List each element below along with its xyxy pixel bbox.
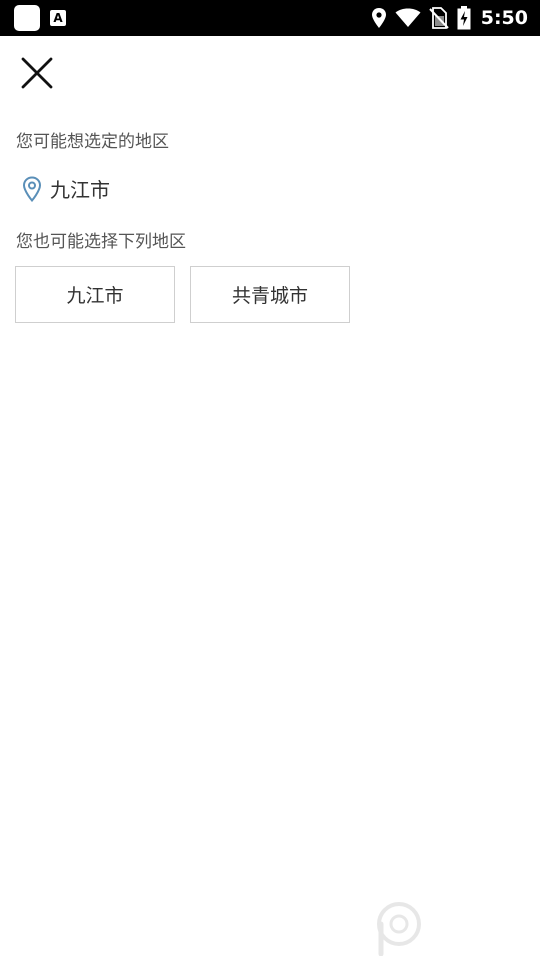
other-regions-title: 您也可能选择下列地区 bbox=[16, 232, 186, 252]
region-button-label: 九江市 bbox=[66, 285, 124, 307]
location-pin-icon bbox=[22, 175, 42, 202]
current-location-label: 九江市 bbox=[50, 178, 110, 202]
app-icon bbox=[14, 5, 40, 31]
wifi-icon bbox=[395, 8, 421, 27]
close-icon bbox=[21, 57, 53, 89]
region-button-label: 共青城市 bbox=[231, 285, 308, 307]
suggested-region-title: 您可能想选定的地区 bbox=[16, 132, 169, 152]
watermark-p-icon bbox=[377, 902, 421, 956]
status-time: 5:50 bbox=[480, 7, 528, 29]
current-location-item[interactable]: 九江市 bbox=[22, 174, 110, 203]
no-sim-icon bbox=[429, 7, 449, 29]
location-icon bbox=[371, 8, 386, 28]
font-icon: A bbox=[50, 10, 66, 26]
battery-charging-icon bbox=[457, 6, 471, 30]
watermark-logo bbox=[372, 900, 424, 956]
region-button-jiujiang[interactable]: 九江市 bbox=[15, 266, 175, 323]
region-button-gongqingcheng[interactable]: 共青城市 bbox=[190, 266, 350, 323]
status-right-icons: 5:50 bbox=[371, 0, 528, 36]
status-bar: A 5:50 bbox=[0, 0, 540, 36]
status-left-icons: A bbox=[14, 5, 66, 31]
close-button[interactable] bbox=[14, 50, 60, 96]
